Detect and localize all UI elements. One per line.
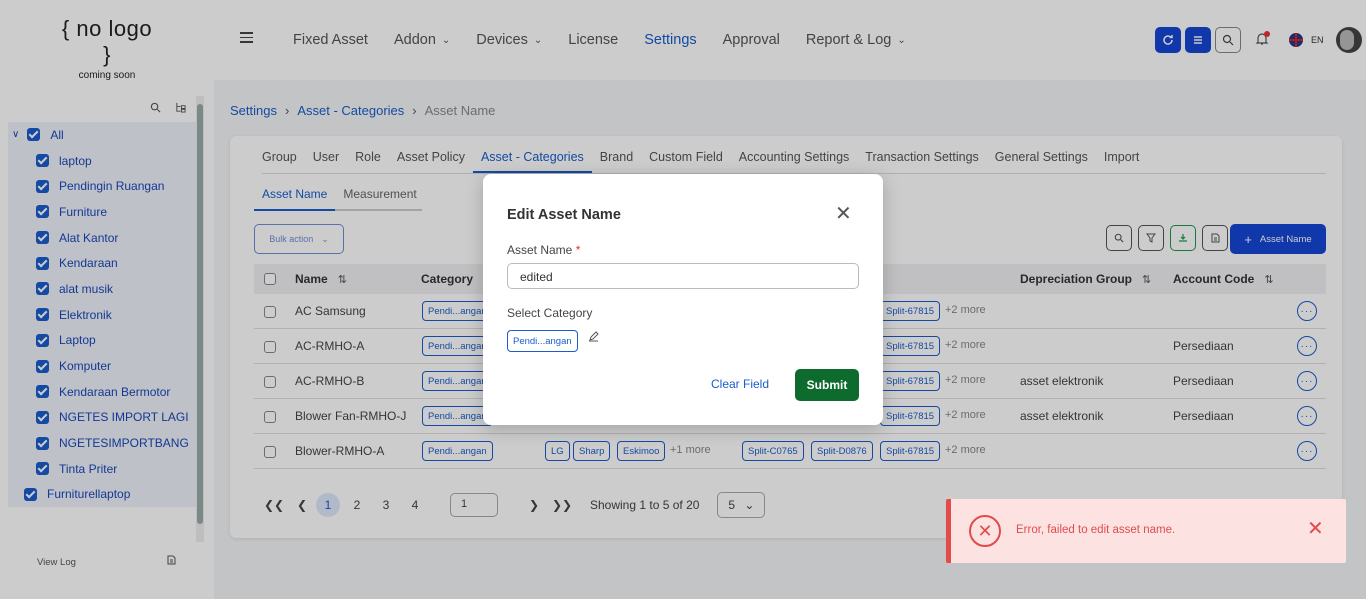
edit-asset-name-modal: Edit Asset Name ✕ Asset Name * edited Se…	[483, 174, 883, 425]
required-marker: *	[575, 243, 581, 257]
category-chip[interactable]: Pendi...angan	[507, 330, 578, 352]
close-icon[interactable]: ✕	[1307, 519, 1324, 539]
pencil-icon[interactable]	[588, 331, 599, 345]
select-category-label: Select Category	[507, 306, 593, 320]
clear-field-button[interactable]: Clear Field	[711, 377, 769, 391]
error-icon: ✕	[969, 515, 1001, 547]
modal-title: Edit Asset Name	[507, 207, 621, 223]
error-toast: ✕ Error, failed to edit asset name. ✕	[946, 499, 1346, 563]
asset-name-input[interactable]: edited	[507, 263, 859, 289]
toast-message: Error, failed to edit asset name.	[1016, 524, 1176, 536]
submit-button[interactable]: Submit	[795, 369, 859, 401]
close-icon[interactable]: ✕	[835, 204, 852, 224]
asset-name-label: Asset Name *	[507, 243, 581, 257]
